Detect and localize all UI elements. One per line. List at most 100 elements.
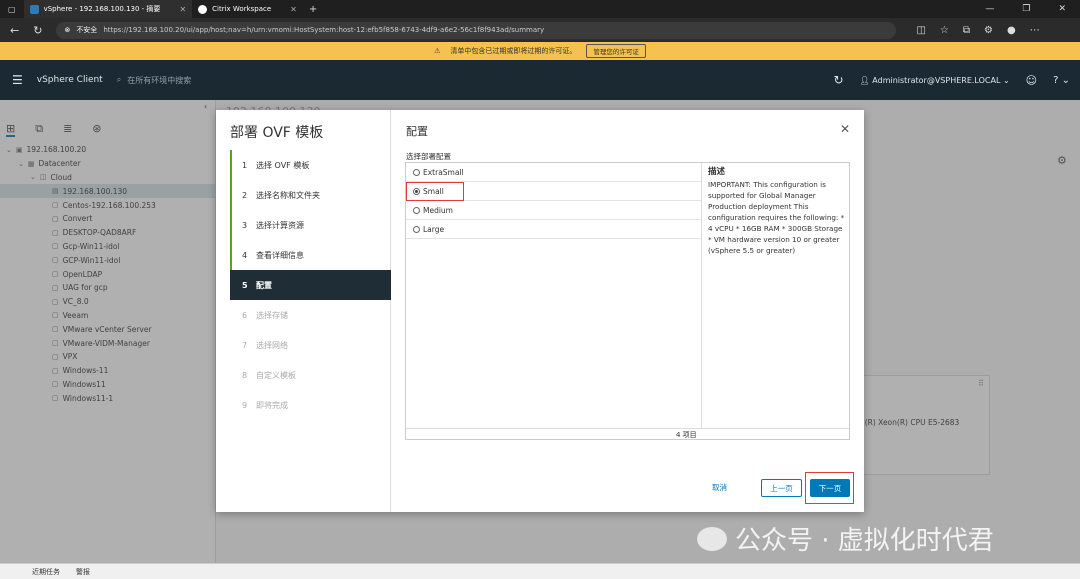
app-name: vSphere Client (36, 75, 103, 85)
window-controls: — ❐ ✕ (985, 4, 1080, 14)
radio-button[interactable] (413, 225, 420, 233)
section-title: 配置 (406, 125, 428, 138)
browser-toolbar: ◫ ☆ ⧉ ⚙ ● ⋯ (916, 25, 1039, 36)
tab-label: Citrix Workspace (212, 5, 272, 13)
profile-icon[interactable]: ● (1007, 25, 1016, 36)
extensions-icon[interactable]: ⚙ (984, 25, 993, 36)
wechat-logo-icon (697, 526, 727, 551)
close-icon[interactable]: ✕ (840, 122, 850, 136)
step-label: 选择 OVF 模板 (256, 160, 310, 170)
radio-button[interactable] (413, 206, 420, 214)
config-option[interactable]: Large (406, 220, 701, 239)
back-button[interactable]: 上一页 (761, 479, 802, 497)
wizard-step[interactable]: 3 选择计算资源 (230, 210, 391, 240)
dialog-title: 部署 OVF 模板 (230, 125, 324, 141)
user-icon: 👤︎ (859, 75, 870, 85)
config-footer: 4 项目 (406, 428, 849, 440)
refresh-icon[interactable]: ↻ (834, 73, 844, 87)
feedback-icon[interactable]: ☺ (1026, 74, 1037, 87)
split-view-icon[interactable]: ◫ (916, 25, 925, 36)
user-menu[interactable]: 👤︎ Administrator@VSPHERE.LOCAL ⌄ (860, 76, 1010, 85)
address-bar-row: ← ↻ ⊗ 不安全 https://192.168.100.20/ui/app/… (0, 18, 1080, 42)
wizard-step: 8 自定义模板 (230, 360, 391, 390)
search-placeholder: 在所有环境中搜索 (127, 75, 192, 85)
close-icon[interactable]: ✕ (179, 5, 186, 14)
new-tab-button[interactable]: + (309, 4, 317, 15)
global-search[interactable]: ⌕ 在所有环境中搜索 (117, 75, 191, 86)
menu-icon[interactable]: ☰ (12, 73, 23, 87)
config-label: 选择部署配置 (406, 152, 451, 161)
wizard-step[interactable]: 1 选择 OVF 模板 (230, 150, 391, 180)
step-label: 选择网络 (256, 340, 288, 350)
step-label: 自定义模板 (256, 370, 296, 380)
vsphere-favicon-icon (29, 4, 39, 14)
url-field[interactable]: ⊗ 不安全 https://192.168.100.20/ui/app/host… (56, 21, 897, 39)
step-label: 选择计算资源 (256, 220, 304, 230)
alarms-tab[interactable]: 警报 (76, 567, 90, 577)
insecure-label: 不安全 (76, 26, 98, 34)
wizard-step[interactable]: 5 配置 (230, 270, 391, 300)
maximize-icon[interactable]: ❐ (1022, 4, 1030, 14)
item-count: 4 项目 (676, 431, 697, 439)
config-panel: ExtraSmall Small Medium Large 描述 IMPORTANT:… (405, 162, 850, 440)
radio-button[interactable] (413, 168, 420, 176)
config-option[interactable]: Medium (406, 201, 701, 220)
step-number: 7 (242, 340, 248, 350)
wizard-step: 9 即将完成 (230, 390, 391, 420)
step-number: 9 (242, 400, 248, 410)
close-icon[interactable]: ✕ (290, 5, 297, 14)
step-label: 选择名称和文件夹 (256, 190, 320, 200)
wizard-sidebar: 部署 OVF 模板 1 选择 OVF 模板 2 选择名称和文件夹 3 选择计算资源 4 查看详… (216, 110, 391, 512)
wizard-step: 7 选择网络 (230, 330, 391, 360)
config-options: ExtraSmall Small Medium Large (406, 163, 702, 428)
minimize-icon[interactable]: — (985, 4, 994, 14)
url-text: https://192.168.100.20/ui/app/host;nav=h… (103, 26, 545, 34)
recent-tasks-tab[interactable]: 近期任务 (32, 567, 60, 577)
wizard-step: 6 选择存储 (230, 300, 391, 330)
step-label: 配置 (256, 280, 272, 290)
license-banner: ⚠ 清单中包含已过期或即将过期的许可证。 管理您的许可证 (0, 42, 1080, 60)
option-label: ExtraSmall (423, 167, 464, 177)
step-number: 6 (242, 310, 248, 320)
wizard-step[interactable]: 4 查看详细信息 (230, 240, 391, 270)
step-number: 4 (242, 250, 248, 260)
window-menu-icon[interactable]: ▢ (8, 5, 16, 14)
search-icon: ⌕ (116, 75, 122, 84)
next-button[interactable]: 下一页 (810, 479, 850, 497)
wizard-steps: 1 选择 OVF 模板 2 选择名称和文件夹 3 选择计算资源 4 查看详细信息 5 配置 6 选择存… (230, 150, 391, 420)
config-option[interactable]: ExtraSmall (406, 163, 701, 182)
help-icon[interactable]: ? ⌄ (1053, 75, 1070, 86)
reload-icon[interactable]: ↻ (33, 24, 42, 37)
back-icon[interactable]: ← (10, 24, 19, 37)
license-text: 清单中包含已过期或即将过期的许可证。 (450, 47, 577, 55)
description-panel: 描述 IMPORTANT: This configuration is supp… (708, 163, 848, 256)
deploy-ovf-dialog: 部署 OVF 模板 1 选择 OVF 模板 2 选择名称和文件夹 3 选择计算资源 4 查看详… (216, 110, 864, 512)
warning-icon: ⚠ (434, 47, 441, 55)
vsphere-header: ☰ vSphere Client ⌕ 在所有环境中搜索 ↻ 👤︎ Adminis… (0, 60, 1080, 100)
manage-license-button[interactable]: 管理您的许可证 (586, 44, 646, 58)
step-number: 2 (242, 190, 248, 200)
step-label: 即将完成 (256, 400, 288, 410)
favorites-icon[interactable]: ☆ (940, 25, 949, 36)
insecure-icon[interactable]: ⊗ (64, 26, 70, 34)
close-window-icon[interactable]: ✕ (1058, 4, 1066, 14)
browser-tab-vsphere[interactable]: vSphere - 192.168.100.130 - 摘要 ✕ (23, 0, 193, 18)
watermark: 公众号 · 虚拟化时代君 (697, 520, 994, 557)
browser-tab-citrix[interactable]: Citrix Workspace ✕ (192, 0, 303, 18)
highlight-box (406, 182, 464, 201)
cancel-button[interactable]: 取消 (712, 482, 727, 493)
description-text: IMPORTANT: This configuration is support… (708, 180, 845, 255)
watermark-text: 公众号 · 虚拟化时代君 (735, 526, 994, 556)
wizard-step[interactable]: 2 选择名称和文件夹 (230, 180, 391, 210)
step-number: 5 (242, 280, 248, 290)
step-number: 1 (242, 160, 248, 170)
description-title: 描述 (708, 167, 726, 177)
option-label: Medium (423, 205, 453, 215)
more-icon[interactable]: ⋯ (1030, 25, 1040, 36)
bottom-bar: 近期任务 警报 (0, 563, 1080, 579)
user-name: Administrator@VSPHERE.LOCAL (872, 75, 1001, 85)
collections-icon[interactable]: ⧉ (963, 25, 970, 36)
step-number: 3 (242, 220, 248, 230)
tab-label: vSphere - 192.168.100.130 - 摘要 (43, 5, 161, 13)
header-right: ↻ 👤︎ Administrator@VSPHERE.LOCAL ⌄ ☺ ? ⌄ (834, 73, 1080, 87)
